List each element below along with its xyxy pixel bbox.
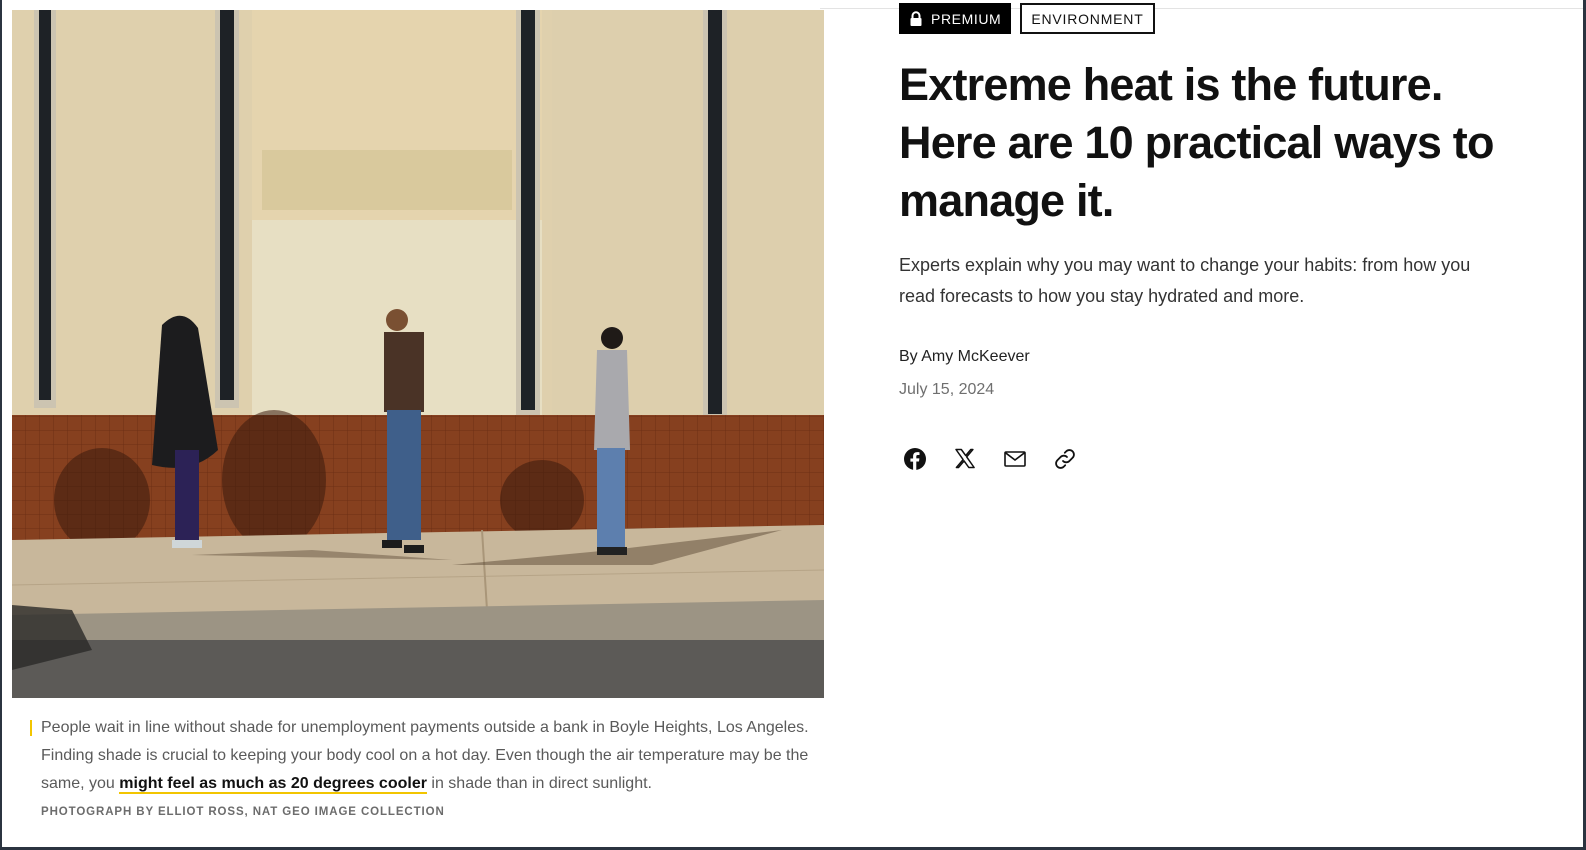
person-right [594,327,630,555]
photo-caption: People wait in line without shade for un… [30,714,830,818]
x-icon [955,448,975,469]
article-byline: By Amy McKeever [899,348,1030,365]
article-headline: Extreme heat is the future. Here are 10 … [899,59,1494,226]
category-tag-environment[interactable]: ENVIRONMENT [1020,3,1155,34]
premium-badge: PREMIUM [899,3,1012,34]
facebook-icon [904,448,926,470]
share-x-button[interactable] [952,446,978,472]
caption-text-after: in shade than in direct sunlight. [426,775,652,792]
share-facebook-button[interactable] [902,446,928,472]
caption-text: People wait in line without shade for un… [41,714,830,798]
article-dek: Experts explain why you may want to chan… [899,255,1471,306]
premium-label: PREMIUM [931,10,1002,27]
caption-accent-bar [30,720,32,736]
article-tags: PREMIUM ENVIRONMENT [899,3,1155,34]
copy-link-button[interactable] [1052,446,1078,472]
article-date: July 15, 2024 [899,381,995,398]
share-email-button[interactable] [1002,446,1028,472]
share-bar [902,446,1078,472]
email-icon [1004,451,1026,467]
hero-photo-illustration [12,10,824,698]
caption-link[interactable]: might feel as much as 20 degrees cooler [119,775,427,794]
hero-photo [12,10,824,698]
photo-credit: PHOTOGRAPH BY ELLIOT ROSS, NAT GEO IMAGE… [41,806,445,818]
link-icon [1055,449,1075,469]
lock-icon [909,10,923,27]
person-middle [382,309,424,553]
